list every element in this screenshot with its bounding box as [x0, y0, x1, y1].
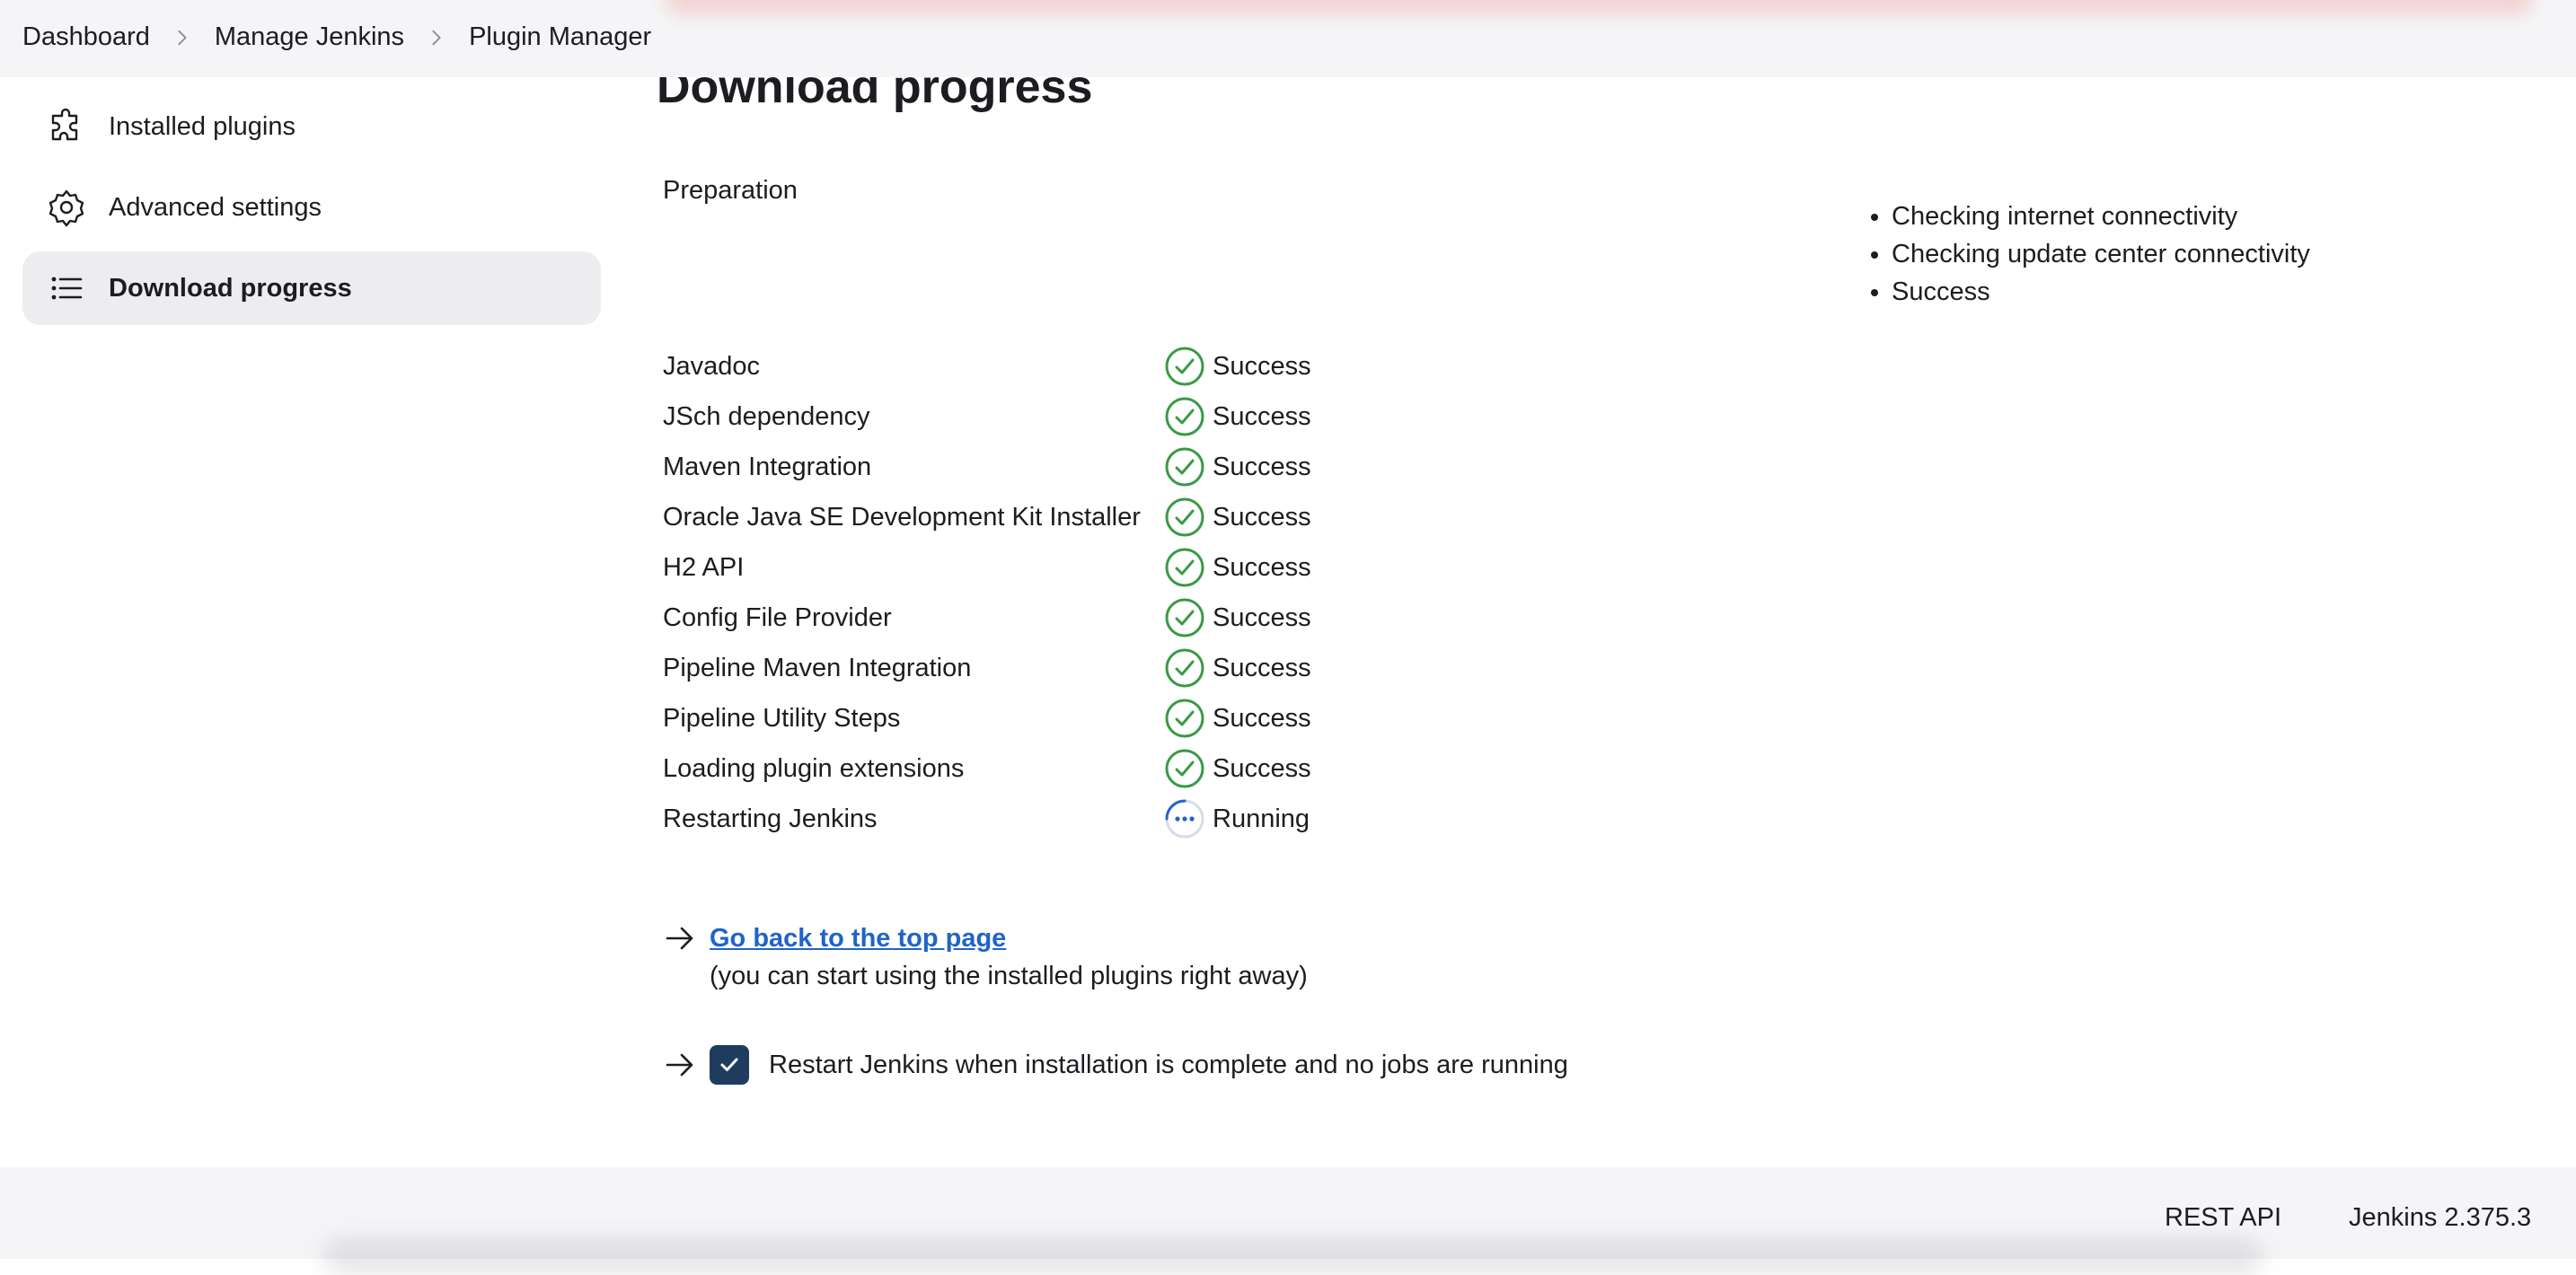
plugin-name: H2 API [663, 552, 745, 582]
preparation-step: Checking update center connectivity [1892, 235, 2310, 273]
sidebar-item-label: Advanced settings [109, 192, 322, 222]
plugin-name: Pipeline Utility Steps [663, 703, 901, 733]
breadcrumb-dashboard[interactable]: Dashboard [22, 22, 150, 52]
plugin-name: Config File Provider [663, 602, 892, 632]
plugin-row: Oracle Java SE Development Kit Installer… [663, 492, 1561, 542]
notification-glow [665, 0, 2533, 14]
preparation-step: Success [1892, 273, 2310, 311]
plugin-status: Success [1213, 703, 1311, 733]
plugin-name: Oracle Java SE Development Kit Installer [663, 502, 1141, 532]
chevron-right-icon [150, 22, 215, 52]
breadcrumb-manage-jenkins[interactable]: Manage Jenkins [215, 22, 404, 52]
preparation-steps: Checking internet connectivity Checking … [1863, 198, 2310, 311]
plugin-row: Pipeline Utility Steps Success [663, 693, 1561, 743]
arrow-right-icon [663, 1048, 697, 1082]
rest-api-link[interactable]: REST API [2165, 1203, 2281, 1233]
plugin-row: Maven Integration Success [663, 442, 1561, 492]
breadcrumb-plugin-manager[interactable]: Plugin Manager [469, 22, 651, 52]
sidebar-item-label: Installed plugins [109, 111, 296, 141]
gear-icon [46, 187, 87, 228]
back-to-top-link[interactable]: Go back to the top page [710, 919, 1308, 957]
plugin-status: Success [1213, 602, 1311, 632]
breadcrumb: Dashboard Manage Jenkins Plugin Manager [22, 0, 651, 74]
plugin-row: Javadoc Success [663, 341, 1561, 391]
plugin-name: Javadoc [663, 351, 761, 381]
restart-action: Restart Jenkins when installation is com… [663, 1045, 1568, 1085]
check-circle-icon [1164, 647, 1205, 689]
plugin-row: H2 API Success [663, 542, 1561, 593]
plugin-status: Running [1213, 804, 1310, 833]
check-circle-icon [1164, 446, 1205, 488]
sidebar-item-download-progress[interactable]: Download progress [22, 251, 601, 325]
plugin-status: Success [1213, 753, 1311, 783]
preparation-step: Checking internet connectivity [1892, 198, 2310, 235]
check-circle-icon [1164, 597, 1205, 638]
plugin-row: JSch dependency Success [663, 391, 1561, 442]
plugin-name: Restarting Jenkins [663, 804, 878, 833]
back-to-top-note: (you can start using the installed plugi… [710, 962, 1308, 990]
plugin-progress-list: Javadoc Success JSch dependency Success … [663, 341, 1561, 844]
list-icon [46, 268, 87, 309]
plugin-name: JSch dependency [663, 401, 870, 431]
top-bar: Dashboard Manage Jenkins Plugin Manager [0, 0, 2576, 77]
arrow-right-icon [663, 921, 697, 955]
footer: REST API Jenkins 2.375.3 [0, 1167, 2576, 1275]
plugin-status: Success [1213, 552, 1311, 582]
running-icon [1164, 798, 1205, 840]
check-circle-icon [1164, 547, 1205, 588]
plugin-row: Pipeline Maven Integration Success [663, 643, 1561, 693]
restart-checkbox[interactable] [710, 1045, 749, 1085]
plugin-status: Success [1213, 351, 1311, 381]
plugin-status: Success [1213, 401, 1311, 431]
plugin-status: Success [1213, 452, 1311, 481]
check-circle-icon [1164, 346, 1205, 387]
plugin-status: Success [1213, 502, 1311, 532]
check-circle-icon [1164, 497, 1205, 538]
sidebar-item-installed-plugins[interactable]: Installed plugins [22, 90, 601, 163]
puzzle-icon [46, 106, 87, 147]
check-circle-icon [1164, 748, 1205, 789]
plugin-row: Config File Provider Success [663, 593, 1561, 643]
plugin-name: Pipeline Maven Integration [663, 653, 972, 682]
back-to-top-action: Go back to the top page (you can start u… [663, 919, 1308, 995]
chevron-right-icon [404, 22, 469, 52]
restart-checkbox-label[interactable]: Restart Jenkins when installation is com… [769, 1045, 1568, 1085]
jenkins-version-link[interactable]: Jenkins 2.375.3 [2349, 1203, 2531, 1233]
sidebar-item-label: Download progress [109, 273, 352, 303]
checkmark-icon [720, 1058, 738, 1071]
check-circle-icon [1164, 396, 1205, 437]
plugin-status: Success [1213, 653, 1311, 682]
plugin-name: Maven Integration [663, 452, 872, 481]
back-to-top-text: Go back to the top page (you can start u… [710, 919, 1308, 995]
preparation-label: Preparation [663, 176, 798, 205]
sidebar: Installed plugins Advanced settings Down… [22, 90, 601, 332]
plugin-row: Loading plugin extensions Success [663, 743, 1561, 794]
sidebar-item-advanced-settings[interactable]: Advanced settings [22, 171, 601, 244]
plugin-name: Loading plugin extensions [663, 753, 965, 783]
plugin-row: Restarting Jenkins Running [663, 794, 1561, 844]
check-circle-icon [1164, 698, 1205, 739]
footer-shadow [323, 1239, 2263, 1275]
